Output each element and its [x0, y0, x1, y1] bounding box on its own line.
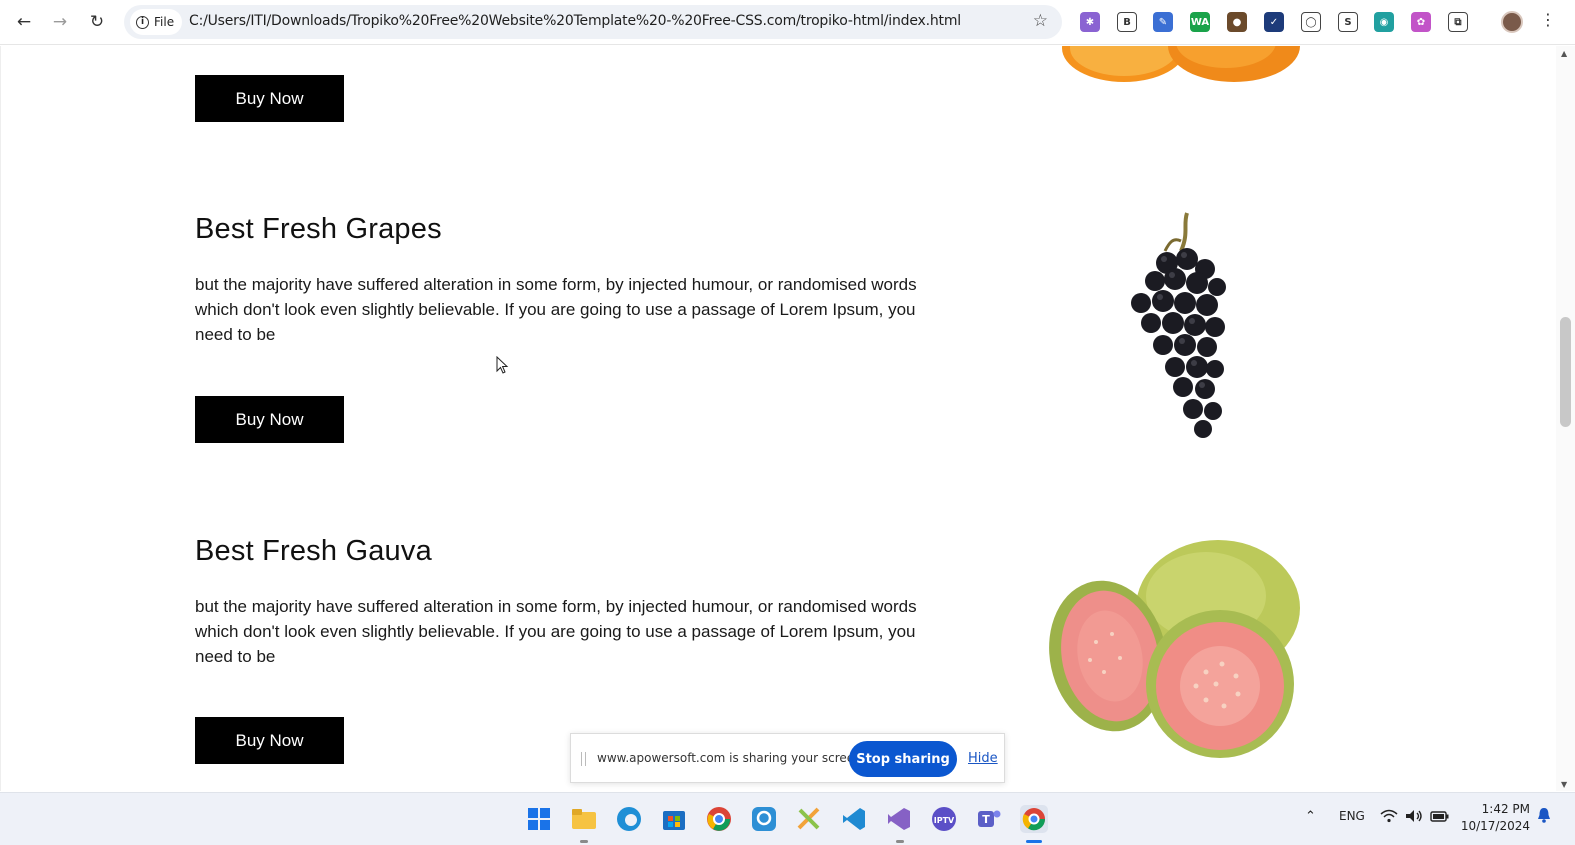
- feather-ext-icon[interactable]: ✎: [1153, 12, 1173, 32]
- product-title-guava: Best Fresh Gauva: [195, 535, 432, 567]
- file-explorer-icon[interactable]: [570, 805, 598, 833]
- product-description-guava: but the majority have suffered alteratio…: [195, 597, 917, 666]
- svg-text:IPTV: IPTV: [934, 816, 955, 825]
- browser-menu-icon[interactable]: ⋮: [1540, 10, 1556, 29]
- iptv-icon[interactable]: IPTV: [930, 805, 958, 833]
- browser-toolbar: ← → ↻ i File C:/Users/ITI/Downloads/Trop…: [0, 0, 1575, 45]
- system-clock[interactable]: 1:42 PM 10/17/2024: [1460, 801, 1530, 835]
- page-viewport: Buy Now Best Fresh Grapes but the majori…: [0, 46, 1556, 791]
- edge-icon[interactable]: [615, 805, 643, 833]
- brain-ext-icon[interactable]: ✿: [1411, 12, 1431, 32]
- store-icon[interactable]: [660, 805, 688, 833]
- puzzle-ext-icon[interactable]: ⧉: [1448, 12, 1468, 32]
- tools-app-icon[interactable]: [795, 805, 823, 833]
- scrollbar-thumb[interactable]: [1560, 317, 1571, 427]
- b-ext-icon[interactable]: B: [1117, 12, 1137, 32]
- drag-handle-icon[interactable]: [581, 752, 586, 766]
- mouse-cursor-icon: [496, 356, 509, 374]
- reload-icon[interactable]: ↻: [83, 8, 111, 36]
- screen-share-bar: www.apowersoft.com is sharing your scree…: [570, 733, 1005, 783]
- site-info-chip[interactable]: i File: [130, 9, 183, 35]
- share-message: www.apowersoft.com is sharing your scree…: [597, 751, 866, 765]
- grapes-image: [1131, 212, 1226, 438]
- vscode-icon[interactable]: [840, 805, 868, 833]
- clock-time: 1:42 PM: [1481, 802, 1530, 816]
- tray-overflow-icon[interactable]: ⌃: [1305, 809, 1316, 824]
- buy-now-button-guava[interactable]: Buy Now: [195, 717, 344, 764]
- start-icon[interactable]: [525, 805, 553, 833]
- stop-sharing-button[interactable]: Stop sharing: [849, 741, 957, 777]
- hide-link[interactable]: Hide: [968, 751, 998, 766]
- chrome-active-icon[interactable]: [1020, 805, 1048, 833]
- camera-ext-icon[interactable]: ◉: [1374, 12, 1394, 32]
- profile-avatar[interactable]: [1501, 11, 1523, 33]
- scroll-down-icon[interactable]: ▼: [1561, 780, 1567, 789]
- buy-now-button-grapes[interactable]: Buy Now: [195, 396, 344, 443]
- address-bar[interactable]: i File C:/Users/ITI/Downloads/Tropiko%20…: [124, 5, 1062, 39]
- orange-image: [1062, 46, 1300, 82]
- forward-icon[interactable]: →: [46, 8, 74, 36]
- back-icon[interactable]: ←: [10, 8, 38, 36]
- taskbar-indicator: [896, 840, 904, 843]
- windows-taskbar: IPTV T ⌃ ENG 1:42 PM 10/17/2024: [0, 792, 1575, 845]
- teams-icon[interactable]: T: [975, 805, 1003, 833]
- product-description-grapes: but the majority have suffered alteratio…: [195, 275, 917, 344]
- battery-icon[interactable]: [1430, 809, 1450, 827]
- taskbar-indicator: [580, 840, 588, 843]
- language-indicator[interactable]: ENG: [1339, 809, 1365, 823]
- file-label: File: [154, 15, 175, 29]
- bookmark-star-icon[interactable]: ☆: [1033, 11, 1048, 31]
- product-title-grapes: Best Fresh Grapes: [195, 213, 442, 245]
- taskbar-active-indicator: [1026, 840, 1042, 843]
- visual-studio-icon[interactable]: [885, 805, 913, 833]
- s-ext-icon[interactable]: S: [1338, 12, 1358, 32]
- guava-image: [1049, 540, 1300, 758]
- url-text[interactable]: C:/Users/ITI/Downloads/Tropiko%20Free%20…: [189, 13, 961, 29]
- wifi-icon[interactable]: [1380, 809, 1398, 827]
- buy-now-button-orange[interactable]: Buy Now: [195, 75, 344, 122]
- scroll-up-icon[interactable]: ▲: [1561, 49, 1567, 58]
- clock-date: 10/17/2024: [1460, 819, 1530, 833]
- remote-app-icon[interactable]: [750, 805, 778, 833]
- ring-ext-icon[interactable]: ◯: [1301, 12, 1321, 32]
- wa-ext-icon[interactable]: WA: [1190, 12, 1210, 32]
- page-scrollbar[interactable]: ▲ ▼: [1556, 46, 1575, 791]
- svg-text:T: T: [982, 813, 990, 826]
- notification-bell-icon[interactable]: [1537, 807, 1551, 827]
- cookie-ext-icon[interactable]: ●: [1227, 12, 1247, 32]
- gear-ext-icon[interactable]: ✱: [1080, 12, 1100, 32]
- info-icon: i: [136, 15, 149, 29]
- check-ext-icon[interactable]: ✓: [1264, 12, 1284, 32]
- chrome-icon[interactable]: [705, 805, 733, 833]
- volume-icon[interactable]: [1405, 809, 1423, 827]
